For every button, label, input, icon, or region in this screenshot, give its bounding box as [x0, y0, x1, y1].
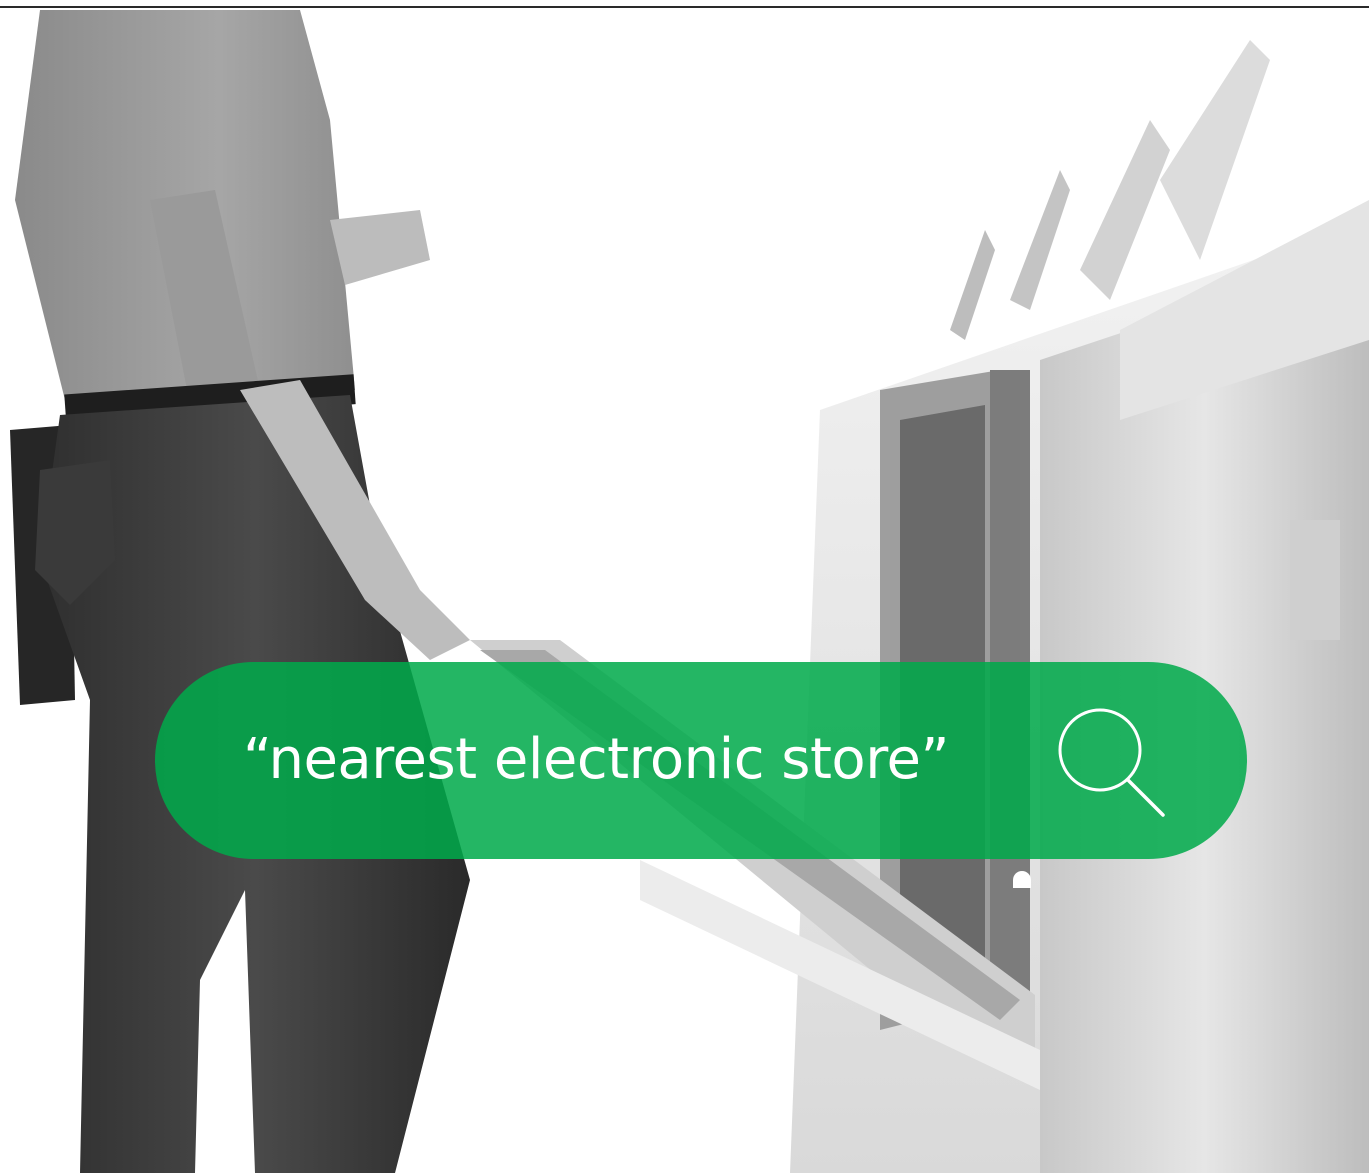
search-query-text: “nearest electronic store” [243, 727, 949, 792]
store-photo [10, 10, 1369, 1173]
search-icon[interactable] [1050, 700, 1170, 820]
shopper [10, 10, 470, 1173]
search-bar[interactable]: “nearest electronic store” [155, 662, 1247, 859]
appliances [470, 40, 1369, 1173]
